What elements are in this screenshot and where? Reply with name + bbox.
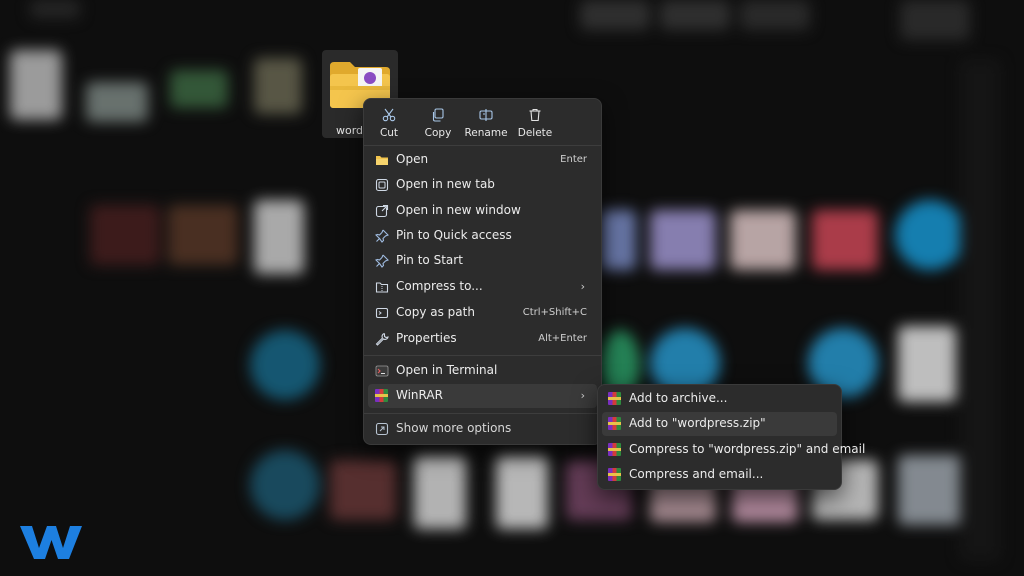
- menu-item-copy-as-path[interactable]: Copy as path Ctrl+Shift+C: [368, 301, 597, 325]
- new-window-icon: [375, 204, 389, 218]
- pin-icon: [375, 254, 389, 268]
- submenu-item-label: Compress to "wordpress.zip" and email: [629, 442, 866, 456]
- scissors-icon: [382, 108, 396, 122]
- menu-item-label: Open in Terminal: [396, 363, 498, 377]
- chevron-right-icon: ›: [580, 389, 585, 402]
- winrar-icon: [608, 417, 622, 431]
- menu-item-label: Copy as path: [396, 305, 475, 319]
- menu-item-label: Pin to Start: [396, 253, 463, 267]
- delete-label: Delete: [517, 127, 553, 139]
- menu-item-label: Compress to...: [396, 279, 483, 293]
- shortcut-text: Enter: [560, 154, 587, 165]
- winrar-icon: [608, 392, 622, 406]
- menu-item-open-new-window[interactable]: Open in new window: [368, 199, 597, 223]
- submenu-item-add-to-zip[interactable]: Add to "wordpress.zip": [602, 412, 837, 436]
- folder-open-icon: [376, 156, 388, 165]
- delete-button[interactable]: Delete: [512, 102, 558, 142]
- context-menu: Cut Copy Rename Delete Open Enter Open i…: [363, 98, 602, 445]
- menu-item-label: Properties: [396, 331, 457, 345]
- cut-button[interactable]: Cut: [366, 102, 412, 142]
- trash-icon: [529, 109, 541, 122]
- copy-icon: [432, 108, 444, 122]
- menu-item-pin-start[interactable]: Pin to Start: [368, 249, 597, 273]
- submenu-item-compress-and-email[interactable]: Compress and email...: [602, 463, 837, 487]
- menu-item-compress-to[interactable]: Compress to... ›: [368, 275, 597, 299]
- rename-icon: [479, 109, 493, 121]
- menu-item-show-more-options[interactable]: Show more options: [368, 417, 597, 441]
- submenu-item-label: Add to "wordpress.zip": [629, 416, 766, 430]
- path-icon: [375, 307, 389, 319]
- menu-item-label: Show more options: [396, 421, 512, 435]
- menu-divider: [364, 355, 601, 356]
- winrar-icon: [375, 389, 389, 403]
- rename-label: Rename: [464, 127, 508, 139]
- terminal-icon: [375, 365, 389, 377]
- winrar-icon: [608, 468, 622, 482]
- submenu-item-add-to-archive[interactable]: Add to archive...: [602, 387, 837, 411]
- rename-button[interactable]: Rename: [463, 102, 509, 142]
- winrar-submenu: Add to archive... Add to "wordpress.zip"…: [597, 384, 865, 490]
- menu-item-properties[interactable]: Properties Alt+Enter: [368, 327, 597, 351]
- menu-item-winrar[interactable]: WinRAR ›: [368, 384, 597, 408]
- cut-label: Cut: [379, 127, 399, 139]
- chevron-right-icon: ›: [580, 280, 585, 293]
- more-options-icon: [375, 422, 389, 436]
- menu-item-label: WinRAR: [396, 388, 443, 402]
- menu-item-open-new-tab[interactable]: Open in new tab: [368, 173, 597, 197]
- submenu-item-compress-zip-email[interactable]: Compress to "wordpress.zip" and email: [602, 438, 865, 462]
- menu-item-label: Pin to Quick access: [396, 228, 512, 242]
- brand-logo: [20, 526, 82, 559]
- menu-item-label: Open in new window: [396, 203, 521, 217]
- menu-divider: [364, 413, 601, 414]
- shortcut-text: Ctrl+Shift+C: [522, 307, 587, 318]
- copy-label: Copy: [424, 127, 452, 139]
- pin-icon: [375, 229, 389, 243]
- submenu-item-label: Add to archive...: [629, 391, 728, 405]
- winrar-icon: [608, 443, 622, 457]
- menu-item-open-terminal[interactable]: Open in Terminal: [368, 359, 597, 383]
- wrench-icon: [375, 332, 389, 346]
- menu-item-label: Open in new tab: [396, 177, 495, 191]
- zip-folder-icon: [375, 282, 389, 293]
- new-tab-icon: [375, 178, 389, 192]
- menu-item-label: Open: [396, 152, 429, 166]
- copy-button[interactable]: Copy: [415, 102, 461, 142]
- quick-actions-bar: Cut Copy Rename Delete: [364, 99, 601, 146]
- menu-item-pin-quick-access[interactable]: Pin to Quick access: [368, 224, 597, 248]
- shortcut-text: Alt+Enter: [538, 333, 587, 344]
- menu-item-open[interactable]: Open Enter: [368, 148, 597, 172]
- submenu-item-label: Compress and email...: [629, 467, 764, 481]
